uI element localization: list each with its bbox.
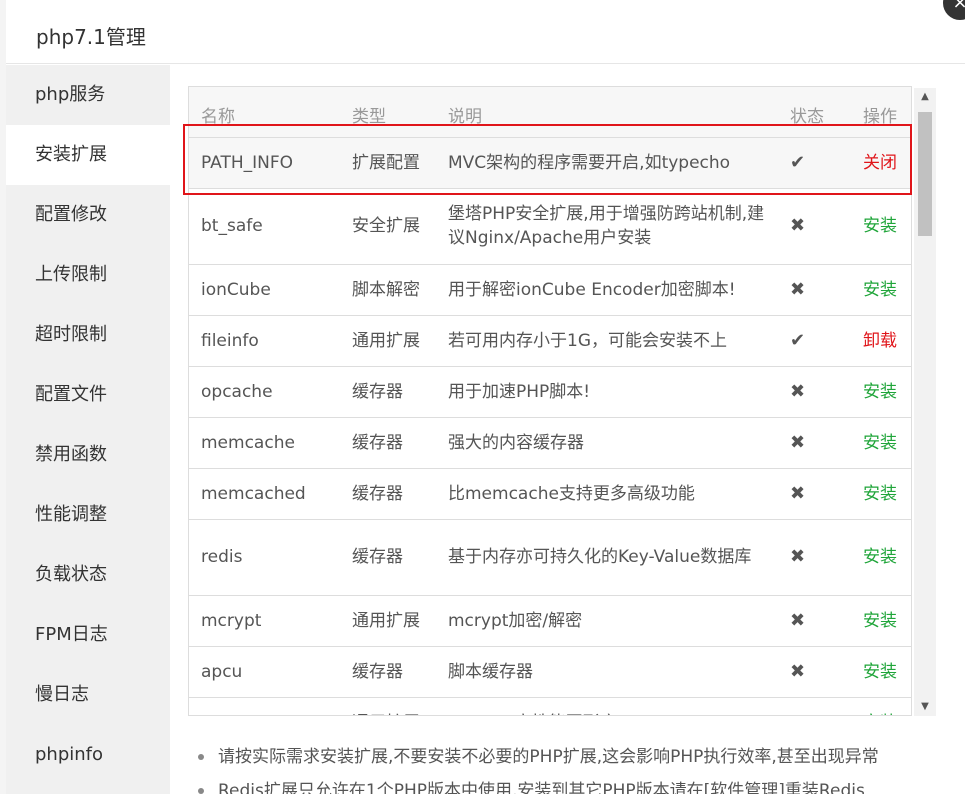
check-icon: ✔ (778, 137, 851, 189)
header-desc: 说明 (436, 87, 778, 138)
help-note: 请按实际需求安装扩展,不要安装不必要的PHP扩展,这会影响PHP执行效率,甚至出… (196, 740, 956, 774)
table-row: imagemagick 通用扩展 Imagick高性能图形库 ✖ 安装 (189, 697, 911, 715)
ext-desc: 脚本缓存器 (436, 646, 778, 698)
ext-type: 扩展配置 (340, 137, 436, 189)
sidebar-item-timeout-limit[interactable]: 超时限制 (6, 305, 170, 365)
ext-desc: 用于加速PHP脚本! (436, 366, 778, 418)
extension-table-scroll[interactable]: 名称 类型 说明 状态 操作 PATH_INFO 扩展配置 MVC架构的程序需要… (188, 86, 912, 716)
header-name: 名称 (189, 87, 340, 138)
install-link[interactable]: 安装 (851, 646, 911, 698)
sidebar-item-config-file[interactable]: 配置文件 (6, 365, 170, 425)
install-link[interactable]: 安装 (851, 519, 911, 596)
extension-table-panel: 名称 类型 说明 状态 操作 PATH_INFO 扩展配置 MVC架构的程序需要… (188, 86, 936, 716)
ext-type: 缓存器 (340, 468, 436, 520)
install-link[interactable]: 安装 (851, 188, 911, 265)
install-link[interactable]: 安装 (851, 264, 911, 316)
sidebar-item-upload-limit[interactable]: 上传限制 (6, 245, 170, 305)
install-link[interactable]: 安装 (851, 468, 911, 520)
table-row: bt_safe 安全扩展 堡塔PHP安全扩展,用于增强防跨站机制,建议Nginx… (189, 188, 911, 265)
sidebar-item-load-status[interactable]: 负载状态 (6, 545, 170, 605)
ext-name: ionCube (189, 264, 340, 316)
sidebar-item-fpm-log[interactable]: FPM日志 (6, 605, 170, 665)
table-header-row: 名称 类型 说明 状态 操作 (189, 87, 911, 138)
ext-name: opcache (189, 366, 340, 418)
dialog-title: php7.1管理 (36, 25, 146, 49)
table-row: ionCube 脚本解密 用于解密ionCube Encoder加密脚本! ✖ … (189, 264, 911, 316)
ext-type: 脚本解密 (340, 264, 436, 316)
sidebar-item-phpinfo[interactable]: phpinfo (6, 725, 170, 785)
sidebar-item-php-service[interactable]: php服务 (6, 65, 170, 125)
ext-name: bt_safe (189, 188, 340, 265)
cross-icon: ✖ (778, 646, 851, 698)
install-link[interactable]: 安装 (851, 595, 911, 647)
install-link[interactable]: 安装 (851, 417, 911, 469)
ext-name: fileinfo (189, 315, 340, 367)
cross-icon: ✖ (778, 468, 851, 520)
sidebar-item-performance[interactable]: 性能调整 (6, 485, 170, 545)
ext-desc: MVC架构的程序需要开启,如typecho (436, 137, 778, 189)
table-row: redis 缓存器 基于内存亦可持久化的Key-Value数据库 ✖ 安装 (189, 519, 911, 596)
table-scrollbar[interactable]: ▲ ▼ (914, 88, 936, 716)
ext-name: memcache (189, 417, 340, 469)
cross-icon: ✖ (778, 366, 851, 418)
ext-desc: mcrypt加密/解密 (436, 595, 778, 647)
sidebar-item-disabled-functions[interactable]: 禁用函数 (6, 425, 170, 485)
help-note: Redis扩展只允许在1个PHP版本中使用,安装到其它PHP版本请在[软件管理]… (196, 774, 956, 794)
header-status: 状态 (778, 87, 851, 138)
cross-icon: ✖ (778, 697, 851, 715)
sidebar-item-config-edit[interactable]: 配置修改 (6, 185, 170, 245)
extension-table: 名称 类型 说明 状态 操作 PATH_INFO 扩展配置 MVC架构的程序需要… (189, 87, 911, 715)
check-icon: ✔ (778, 315, 851, 367)
ext-name: apcu (189, 646, 340, 698)
ext-desc: 用于解密ionCube Encoder加密脚本! (436, 264, 778, 316)
ext-desc: 若可用内存小于1G，可能会安装不上 (436, 315, 778, 367)
ext-type: 缓存器 (340, 519, 436, 596)
disable-link[interactable]: 关闭 (851, 137, 911, 189)
sidebar: php服务 安装扩展 配置修改 上传限制 超时限制 配置文件 禁用函数 性能调整… (6, 65, 170, 794)
scroll-down-icon[interactable]: ▼ (914, 698, 936, 716)
table-row: fileinfo 通用扩展 若可用内存小于1G，可能会安装不上 ✔ 卸载 (189, 315, 911, 367)
cross-icon: ✖ (778, 519, 851, 596)
header-op: 操作 (851, 87, 911, 138)
table-row: memcache 缓存器 强大的内容缓存器 ✖ 安装 (189, 417, 911, 469)
ext-desc: Imagick高性能图形库 (436, 697, 778, 715)
ext-desc: 基于内存亦可持久化的Key-Value数据库 (436, 519, 778, 596)
install-link[interactable]: 安装 (851, 366, 911, 418)
scroll-up-icon[interactable]: ▲ (914, 88, 936, 106)
ext-name: memcached (189, 468, 340, 520)
table-row: PATH_INFO 扩展配置 MVC架构的程序需要开启,如typecho ✔ 关… (189, 137, 911, 189)
ext-type: 安全扩展 (340, 188, 436, 265)
scrollbar-thumb[interactable] (918, 112, 932, 236)
ext-name: mcrypt (189, 595, 340, 647)
table-row: memcached 缓存器 比memcache支持更多高级功能 ✖ 安装 (189, 468, 911, 520)
ext-desc: 比memcache支持更多高级功能 (436, 468, 778, 520)
ext-type: 缓存器 (340, 366, 436, 418)
ext-type: 通用扩展 (340, 595, 436, 647)
sidebar-item-slow-log[interactable]: 慢日志 (6, 665, 170, 725)
table-row: opcache 缓存器 用于加速PHP脚本! ✖ 安装 (189, 366, 911, 418)
table-row: mcrypt 通用扩展 mcrypt加密/解密 ✖ 安装 (189, 595, 911, 647)
ext-type: 通用扩展 (340, 315, 436, 367)
help-notes: 请按实际需求安装扩展,不要安装不必要的PHP扩展,这会影响PHP执行效率,甚至出… (196, 740, 956, 794)
install-link[interactable]: 安装 (851, 697, 911, 715)
ext-type: 缓存器 (340, 646, 436, 698)
ext-name: PATH_INFO (189, 137, 340, 189)
ext-name: imagemagick (189, 697, 340, 715)
sidebar-item-install-extension[interactable]: 安装扩展 (6, 125, 170, 185)
ext-name: redis (189, 519, 340, 596)
cross-icon: ✖ (778, 417, 851, 469)
ext-type: 缓存器 (340, 417, 436, 469)
cross-icon: ✖ (778, 264, 851, 316)
ext-desc: 堡塔PHP安全扩展,用于增强防跨站机制,建议Nginx/Apache用户安装 (436, 188, 778, 265)
header-type: 类型 (340, 87, 436, 138)
dialog-title-bar: php7.1管理 (6, 0, 965, 64)
cross-icon: ✖ (778, 188, 851, 265)
cross-icon: ✖ (778, 595, 851, 647)
table-row: apcu 缓存器 脚本缓存器 ✖ 安装 (189, 646, 911, 698)
ext-type: 通用扩展 (340, 697, 436, 715)
uninstall-link[interactable]: 卸载 (851, 315, 911, 367)
ext-desc: 强大的内容缓存器 (436, 417, 778, 469)
